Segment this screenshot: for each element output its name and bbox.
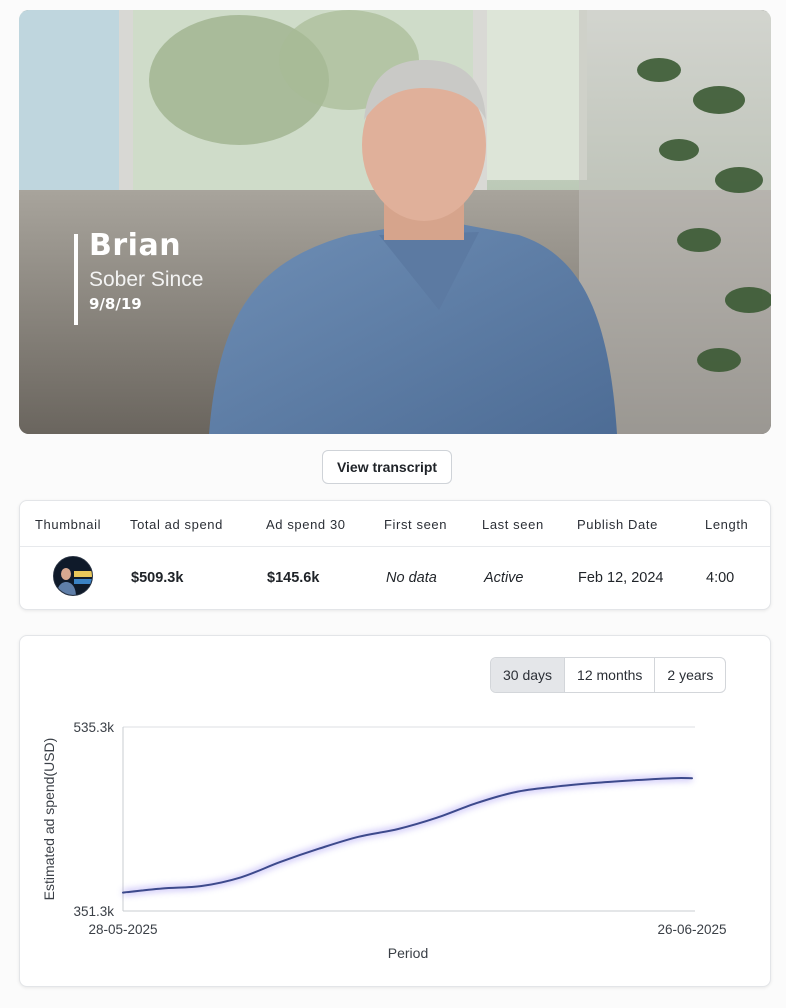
data-point[interactable] <box>590 779 598 787</box>
data-point[interactable] <box>276 858 284 866</box>
first-seen-value: No data <box>386 570 437 586</box>
data-point[interactable] <box>629 776 637 784</box>
header-thumbnail: Thumbnail <box>35 517 102 532</box>
video-person-name: Brian <box>89 228 182 263</box>
data-point[interactable] <box>551 783 559 791</box>
data-point[interactable] <box>472 799 480 807</box>
data-point[interactable] <box>668 774 676 782</box>
x-axis-title: Period <box>388 945 428 961</box>
video-frame-image <box>19 10 771 434</box>
video-subtitle: Sober Since <box>89 268 204 291</box>
y-axis-title: Estimated ad spend(USD) <box>41 738 57 901</box>
data-point[interactable] <box>198 882 206 890</box>
data-point[interactable] <box>354 833 362 841</box>
data-point[interactable] <box>119 889 127 897</box>
header-publish-date: Publish Date <box>577 517 658 532</box>
x-tick-end: 26-06-2025 <box>657 922 726 937</box>
data-point[interactable] <box>511 788 519 796</box>
last-seen-value: Active <box>484 570 524 586</box>
publish-date-value: Feb 12, 2024 <box>578 570 664 586</box>
length-value: 4:00 <box>706 570 735 586</box>
data-point[interactable] <box>237 873 245 881</box>
data-point[interactable] <box>315 845 323 853</box>
video-thumbnail[interactable] <box>53 556 93 596</box>
header-first-seen: First seen <box>384 517 448 532</box>
header-total-ad-spend: Total ad spend <box>130 517 223 532</box>
ad-spend-line-chart: 535.3k 351.3k 28-05-2025 26-06-2025 Peri… <box>41 720 727 961</box>
name-overlay-bar <box>74 234 78 325</box>
video-player[interactable]: Brian Sober Since 9/8/19 <box>19 10 771 434</box>
y-tick-max: 535.3k <box>73 720 114 735</box>
header-ad-spend-30: Ad spend 30 <box>266 517 346 532</box>
total-ad-spend-value: $509.3k <box>131 570 184 586</box>
data-point[interactable] <box>158 885 166 893</box>
video-sober-date: 9/8/19 <box>89 295 142 313</box>
x-tick-start: 28-05-2025 <box>88 922 157 937</box>
data-point[interactable] <box>433 814 441 822</box>
ad-spend-30-value: $145.6k <box>267 570 320 586</box>
series-line-glow <box>122 775 693 896</box>
data-point[interactable] <box>394 825 402 833</box>
y-tick-min: 351.3k <box>73 904 114 919</box>
header-last-seen: Last seen <box>482 517 544 532</box>
table-header: Thumbnail Total ad spend Ad spend 30 Fir… <box>20 501 770 547</box>
ad-stats-table: Thumbnail Total ad spend Ad spend 30 Fir… <box>19 500 771 610</box>
header-length: Length <box>705 517 749 532</box>
ad-spend-chart-card: 30 days 12 months 2 years 535.3k 351.3k … <box>19 635 771 987</box>
series-line <box>122 777 693 894</box>
data-point[interactable] <box>688 774 696 782</box>
view-transcript-button[interactable]: View transcript <box>322 450 452 484</box>
